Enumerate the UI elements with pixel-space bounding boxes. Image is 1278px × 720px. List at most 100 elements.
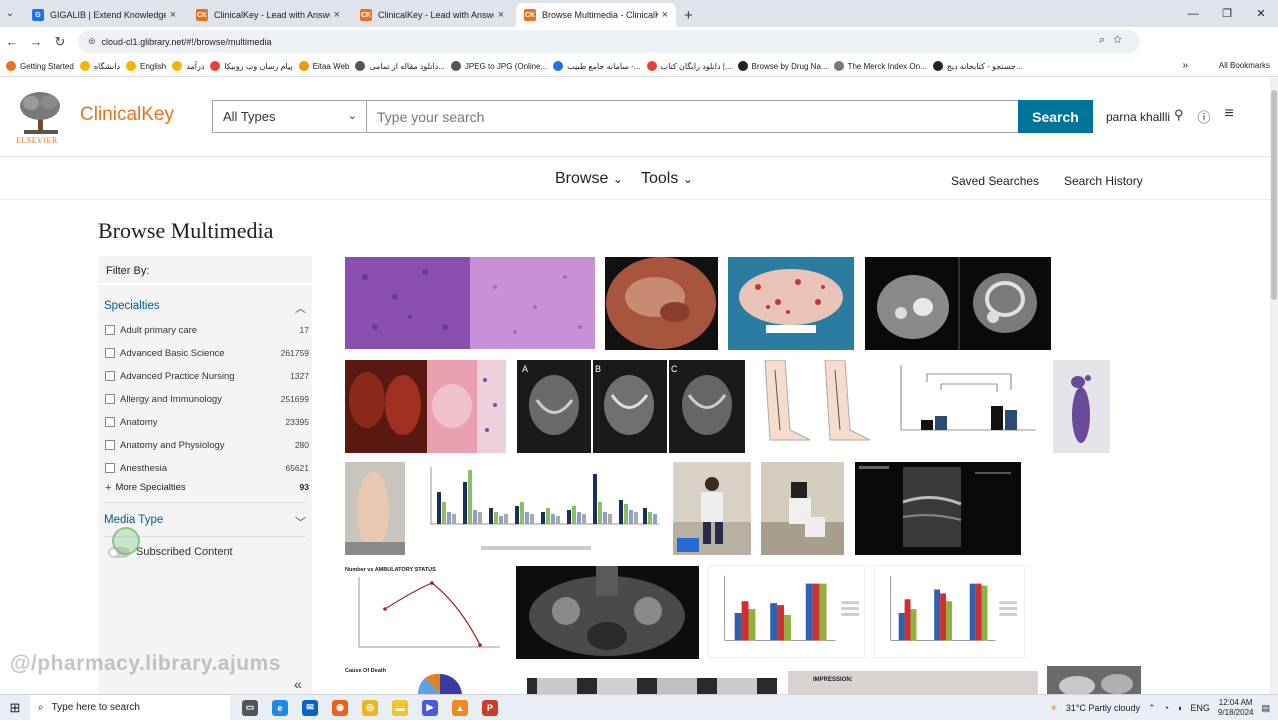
specialty-filter-row[interactable]: Allergy and Immunology 251699 xyxy=(105,389,309,409)
volume-icon[interactable]: ◖ xyxy=(1177,703,1182,713)
firefox-icon[interactable]: ◉ xyxy=(332,699,348,716)
bookmark-item[interactable]: Browse by Drug Na... xyxy=(737,61,828,71)
thumbnail-patient-seated[interactable] xyxy=(673,462,751,555)
thumbnail-patient-exam[interactable] xyxy=(761,462,844,555)
taskbar-search[interactable]: ⌕ Type here to search xyxy=(30,694,230,720)
site-info-icon[interactable]: ⊜ xyxy=(88,36,96,47)
elsevier-tree-logo-icon[interactable] xyxy=(16,90,66,136)
thumbnail-histology[interactable] xyxy=(345,257,595,349)
close-tab-icon[interactable]: × xyxy=(498,9,504,21)
close-window-icon[interactable]: ✕ xyxy=(1244,7,1278,20)
thumbnail-mri-knee[interactable]: A B C xyxy=(517,360,745,453)
thumbnail-leg-diagram[interactable] xyxy=(755,360,877,453)
thumbnail-xray[interactable] xyxy=(1047,666,1141,694)
thumbnail-gross-pathology[interactable] xyxy=(345,360,506,453)
search-button[interactable]: Search xyxy=(1018,100,1093,133)
reload-icon[interactable]: ↻ xyxy=(48,34,72,50)
specialty-checkbox[interactable] xyxy=(105,394,115,404)
language-indicator[interactable]: ENG xyxy=(1190,703,1210,713)
task-view-icon[interactable]: ▭ xyxy=(242,699,258,716)
bookmark-item[interactable]: JPEG to JPG (Online... xyxy=(450,61,547,71)
bookmark-item[interactable]: دانلود مقاله از تمامی... xyxy=(355,61,445,71)
specialty-checkbox[interactable] xyxy=(105,440,115,450)
chevron-down-icon[interactable]: ﹀ xyxy=(295,514,306,530)
mail-icon[interactable]: ✉ xyxy=(302,699,318,716)
thumbnail-footprint[interactable] xyxy=(1053,360,1110,453)
thumbnail-grouped-bars-2[interactable] xyxy=(708,565,865,658)
thumbnail-radiograph-strip[interactable] xyxy=(527,678,777,694)
file-explorer-icon[interactable]: ▬ xyxy=(392,699,408,716)
specialty-checkbox[interactable] xyxy=(105,417,115,427)
thumbnail-grouped-bars-3[interactable] xyxy=(874,565,1025,658)
specialty-filter-row[interactable]: Anatomy 23395 xyxy=(105,412,309,432)
weather-text[interactable]: 31°C Partly cloudy xyxy=(1066,703,1140,713)
browser-tab[interactable]: G GIGALIB | Extend Knowledge × xyxy=(24,3,184,27)
page-scrollbar[interactable] xyxy=(1270,78,1278,694)
close-tab-icon[interactable]: × xyxy=(662,9,668,21)
bookmark-item[interactable]: درآمد xyxy=(172,61,204,71)
browser-tab[interactable]: CK ClinicalKey - Lead with Answers × xyxy=(352,3,512,27)
specialty-filter-row[interactable]: Advanced Practice Nursing 1327 xyxy=(105,366,309,386)
specialty-filter-row[interactable]: Adult primary care 17 xyxy=(105,320,309,340)
weather-icon[interactable]: ☀ xyxy=(1050,703,1058,714)
help-icon[interactable]: ⓘ xyxy=(1198,107,1211,126)
specialty-filter-row[interactable]: Anatomy and Physiology 280 xyxy=(105,435,309,455)
close-tab-icon[interactable]: × xyxy=(170,9,176,21)
content-type-select[interactable]: All Types ⌄ xyxy=(212,100,367,133)
browser-tab[interactable]: CK Browse Multimedia - ClinicalKe × xyxy=(516,3,676,27)
url-text[interactable]: cloud-cl1.glibrary.net/#!/browse/multime… xyxy=(102,37,272,47)
close-tab-icon[interactable]: × xyxy=(334,9,340,21)
clock[interactable]: 12:04 AM 9/18/2024 xyxy=(1218,698,1254,718)
network-icon[interactable]: ◔ xyxy=(1164,703,1169,713)
specialty-checkbox[interactable] xyxy=(105,463,115,473)
search-input[interactable] xyxy=(366,100,1019,133)
hamburger-menu-icon[interactable]: ≡ xyxy=(1225,105,1234,126)
chrome-icon[interactable]: ◎ xyxy=(362,699,378,716)
chevron-up-icon[interactable]: ︿ xyxy=(295,300,306,316)
thumbnail-ultrasound[interactable] xyxy=(855,462,1021,555)
tab-search-icon[interactable]: ⌄ xyxy=(0,0,20,27)
bookmark-item[interactable]: جستجو - کتابخانه دیج... xyxy=(932,61,1022,71)
bookmark-star-icon[interactable]: ☆ xyxy=(1113,34,1130,46)
edge-icon[interactable]: e xyxy=(272,699,288,716)
thumbnail-foot-photo[interactable] xyxy=(345,462,405,555)
search-history-link[interactable]: Search History xyxy=(1064,174,1143,188)
thumbnail-line-chart[interactable]: Number vs AMBULATORY STATUS xyxy=(345,565,506,658)
user-name[interactable]: parna khallli xyxy=(1106,110,1170,124)
media-player-icon[interactable]: ▶ xyxy=(422,699,438,716)
specialty-checkbox[interactable] xyxy=(105,325,115,335)
thumbnail-ct-scan[interactable] xyxy=(865,257,1051,350)
specialty-filter-row[interactable]: Advanced Basic Science 261759 xyxy=(105,343,309,363)
bookmark-item[interactable]: English xyxy=(126,61,166,71)
url-field[interactable]: ⊜ cloud-cl1.glibrary.net/#!/browse/multi… xyxy=(78,30,1140,53)
scrollbar-thumb[interactable] xyxy=(1271,90,1277,300)
zoom-icon[interactable]: ⌕ xyxy=(1099,34,1113,46)
notifications-icon[interactable]: ▤ xyxy=(1261,703,1270,714)
browser-tab[interactable]: CK ClinicalKey - Lead with Answers × xyxy=(188,3,348,27)
bookmarks-overflow-icon[interactable]: » xyxy=(1182,60,1188,71)
thumbnail-pie-chart[interactable]: Cause Of Death xyxy=(345,666,515,694)
thumbnail-report[interactable]: IMPRESSION: xyxy=(788,671,1038,694)
more-specialties-link[interactable]: + More Specialties 93 xyxy=(105,482,309,494)
thumbnail-grouped-bar-chart[interactable] xyxy=(411,462,663,555)
vlc-icon[interactable]: ▲ xyxy=(452,699,468,716)
tray-overflow-icon[interactable]: ⌃ xyxy=(1148,703,1156,714)
back-icon[interactable]: ← xyxy=(0,34,24,49)
saved-searches-link[interactable]: Saved Searches xyxy=(951,174,1039,188)
specialty-checkbox[interactable] xyxy=(105,348,115,358)
new-tab-button[interactable]: + xyxy=(684,3,693,27)
bookmark-item[interactable]: The Merck Index On... xyxy=(833,61,927,71)
forward-icon[interactable]: → xyxy=(24,34,48,49)
thumbnail-mri-pelvis[interactable] xyxy=(516,566,699,659)
minimize-icon[interactable]: — xyxy=(1176,8,1210,20)
bookmark-item[interactable]: دانشگاه xyxy=(79,61,120,71)
specialty-checkbox[interactable] xyxy=(105,371,115,381)
browse-menu[interactable]: Browse ⌄ xyxy=(555,170,623,188)
collapse-panel-icon[interactable]: « xyxy=(294,676,302,692)
bookmark-item[interactable]: پیام رسان وب روبیکا xyxy=(210,61,293,71)
thumbnail-specimen[interactable] xyxy=(728,257,854,350)
bookmark-item[interactable]: دانلود رایگان کتاب |... xyxy=(646,61,732,71)
specialties-section-title[interactable]: Specialties xyxy=(104,300,160,312)
tools-menu[interactable]: Tools ⌄ xyxy=(641,170,693,188)
all-bookmarks[interactable]: All Bookmarks xyxy=(1219,61,1270,70)
